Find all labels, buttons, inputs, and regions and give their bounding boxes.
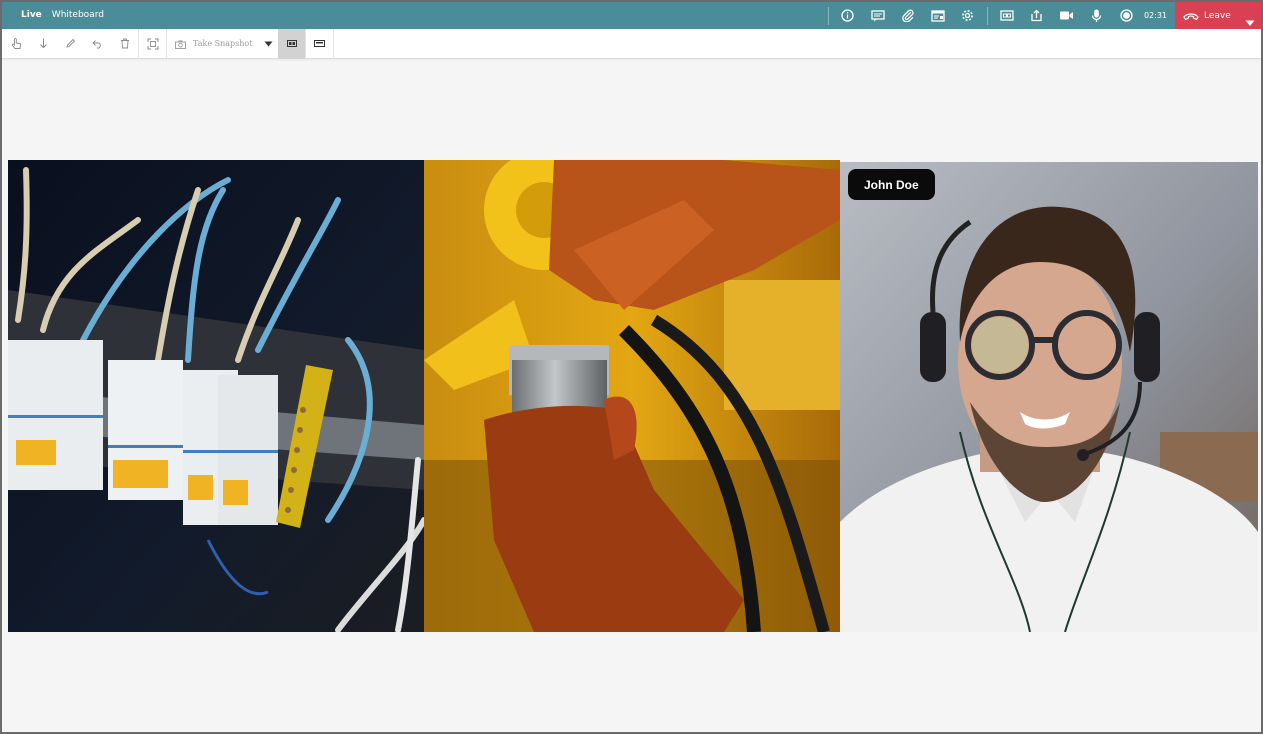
snapshot-label: Take Snapshot (193, 39, 253, 48)
grid-layout-icon[interactable] (278, 28, 306, 59)
app-window: Live Whiteboard 02:31 Leave Take Snapsho… (0, 0, 1263, 734)
tab-live[interactable]: Live (16, 2, 47, 29)
microphone-icon[interactable] (1082, 2, 1112, 29)
video-tile-electrical-panel[interactable] (8, 160, 424, 632)
camera-snapshot-icon (175, 34, 186, 53)
divider (333, 28, 335, 59)
divider (827, 6, 829, 25)
camera-icon[interactable] (1052, 2, 1082, 29)
hand-pointer-icon[interactable] (3, 29, 30, 59)
video-tile-participant[interactable]: John Doe (840, 162, 1258, 632)
settings-icon[interactable] (953, 2, 983, 29)
leave-button[interactable]: Leave (1175, 2, 1261, 29)
tab-whiteboard[interactable]: Whiteboard (47, 2, 109, 29)
trash-icon[interactable] (111, 29, 138, 59)
participant-name-badge: John Doe (848, 169, 935, 200)
single-layout-icon[interactable] (306, 29, 333, 59)
notes-icon[interactable] (923, 2, 953, 29)
electrical-panel-image (8, 160, 424, 632)
captions-icon[interactable] (992, 2, 1022, 29)
snapshot-dropdown-icon[interactable] (258, 29, 278, 59)
record-icon[interactable] (1112, 2, 1142, 29)
video-grid: John Doe (8, 160, 1258, 632)
video-tile-machinery[interactable] (424, 160, 840, 632)
arrow-down-icon[interactable] (30, 29, 57, 59)
chat-icon[interactable] (863, 2, 893, 29)
take-snapshot-button[interactable]: Take Snapshot (167, 29, 258, 59)
whiteboard-toolbar: Take Snapshot (2, 28, 1261, 59)
leave-label: Leave (1204, 10, 1231, 21)
top-bar: Live Whiteboard 02:31 Leave (2, 2, 1261, 29)
share-screen-icon[interactable] (1022, 2, 1052, 29)
pencil-icon[interactable] (57, 29, 84, 59)
attachment-icon[interactable] (893, 2, 923, 29)
phone-hangup-icon (1183, 6, 1199, 25)
divider (986, 6, 988, 25)
scan-icon[interactable] (139, 29, 166, 59)
machinery-image (424, 160, 840, 632)
call-timer: 02:31 (1143, 11, 1167, 20)
participant-video-image (840, 162, 1258, 632)
undo-icon[interactable] (84, 29, 111, 59)
info-icon[interactable] (833, 2, 863, 29)
